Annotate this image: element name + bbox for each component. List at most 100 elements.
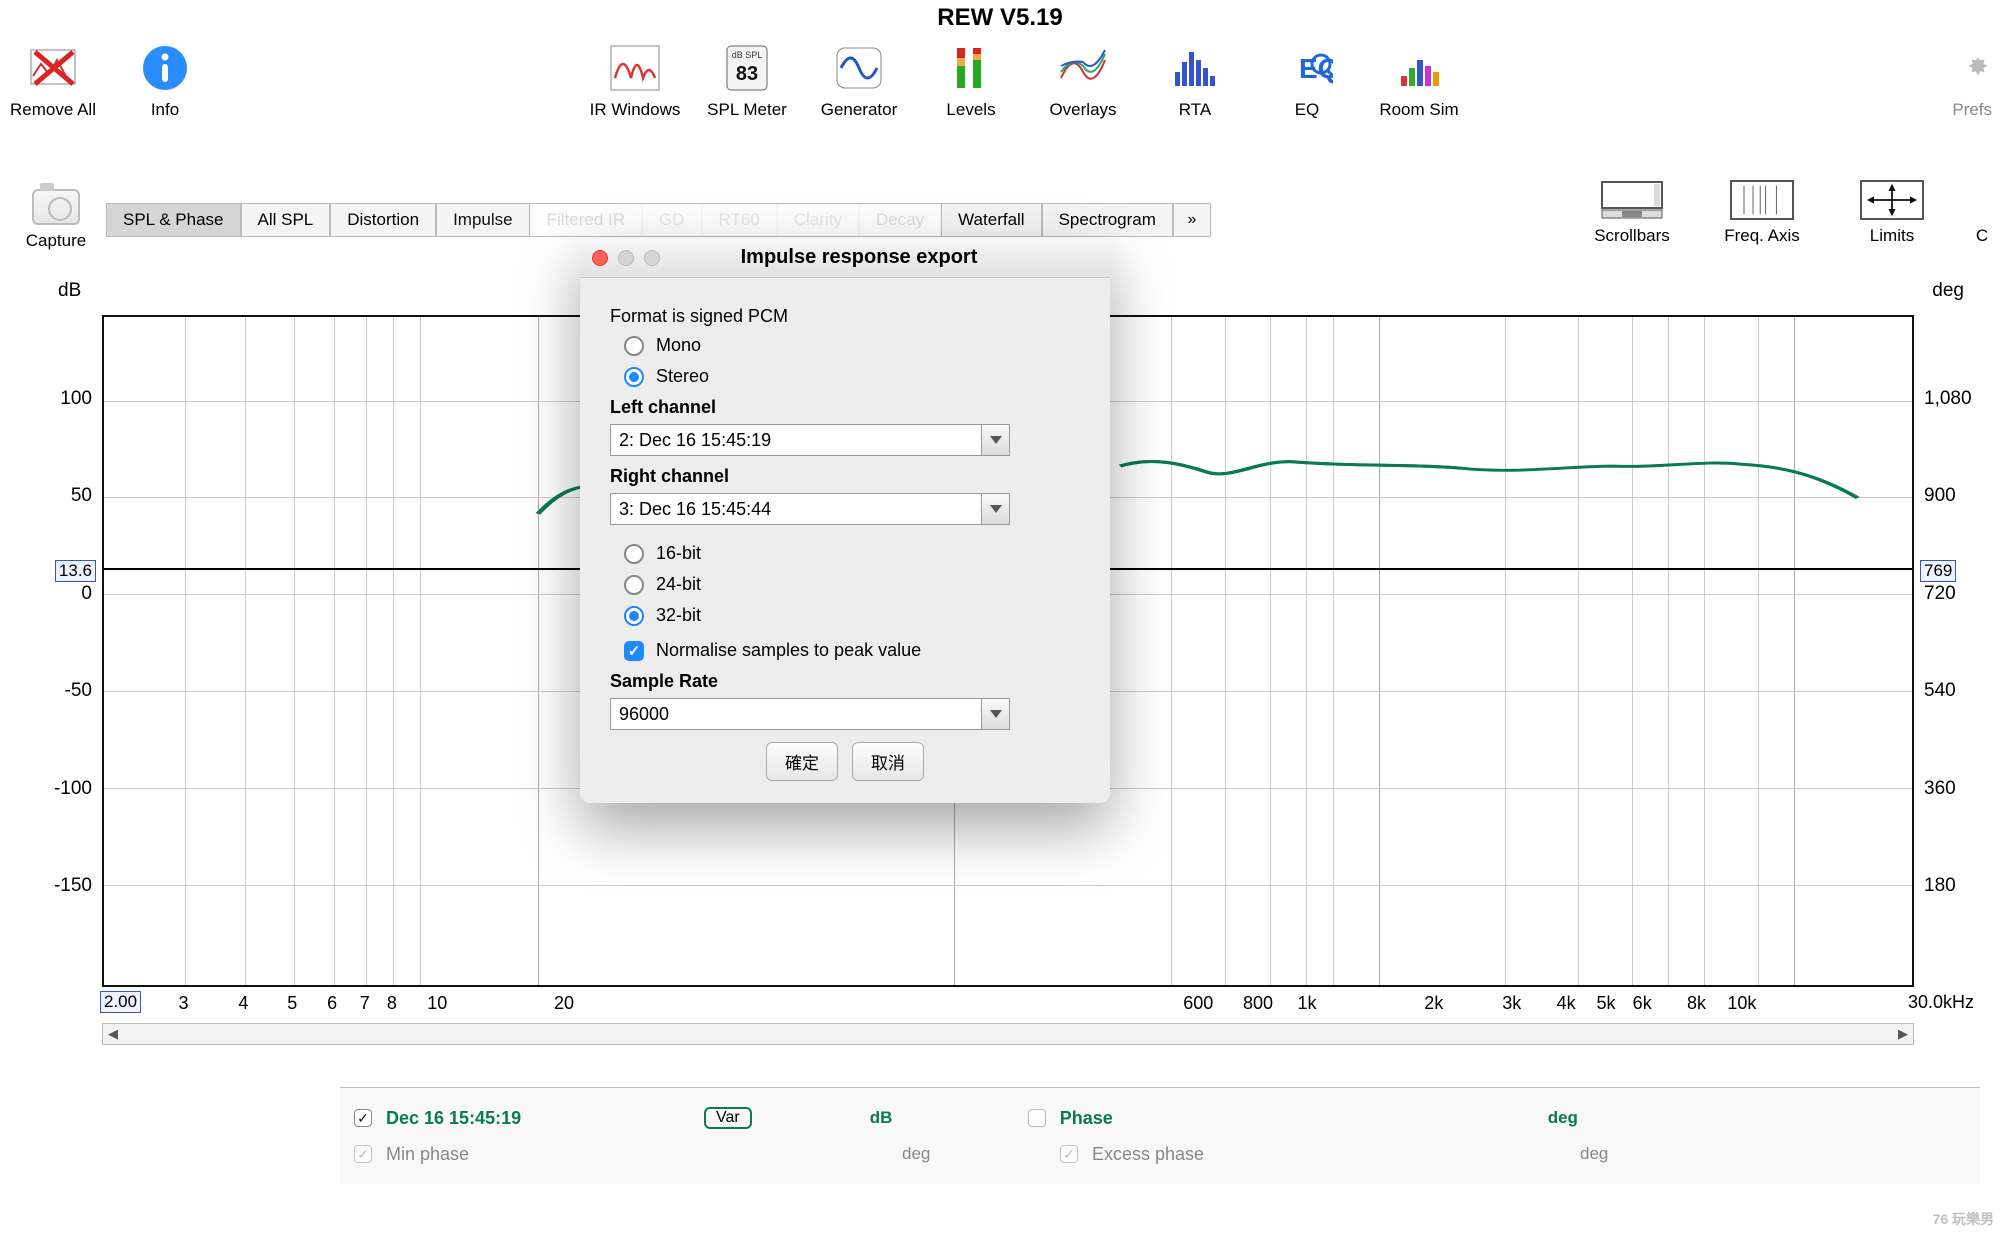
dialog-titlebar[interactable]: Impulse response export (580, 238, 1110, 278)
ok-button[interactable]: 確定 (766, 742, 838, 781)
tab-all-spl[interactable]: All SPL (241, 204, 331, 236)
rta-button[interactable]: RTA (1150, 40, 1240, 120)
legend-phase-checkbox[interactable] (1028, 1109, 1046, 1127)
y-axis-ticks-left: 100 50 0 -50 -100 -150 13.6 (36, 315, 98, 987)
x-start-box: 2.00 (100, 991, 141, 1013)
chart-h-scrollbar[interactable]: ◀ ▶ (102, 1023, 1914, 1045)
info-button[interactable]: Info (120, 40, 210, 120)
remove-all-icon (25, 40, 81, 96)
info-icon (137, 40, 193, 96)
format-label: Format is signed PCM (610, 306, 1080, 327)
limits-button[interactable]: Limits (1842, 180, 1942, 246)
sample-rate-select[interactable]: 96000 (610, 698, 1010, 730)
legend-minphase-label: Min phase (386, 1144, 596, 1165)
left-channel-select[interactable]: 2: Dec 16 15:45:19 (610, 424, 1010, 456)
scrollbars-button[interactable]: Scrollbars (1582, 180, 1682, 246)
radio-stereo[interactable]: Stereo (624, 366, 1080, 387)
remove-all-button[interactable]: Remove All (8, 40, 98, 120)
eq-icon: EQ (1279, 40, 1335, 96)
ir-windows-icon (607, 40, 663, 96)
radio-24bit[interactable]: 24-bit (624, 574, 1080, 595)
cancel-button[interactable]: 取消 (852, 742, 924, 781)
legend-var-box[interactable]: Var (704, 1107, 752, 1129)
freq-axis-button[interactable]: Freq. Axis (1712, 180, 1812, 246)
rta-icon (1167, 40, 1223, 96)
dropdown-icon (981, 494, 1009, 524)
legend-excess-checkbox[interactable] (1060, 1145, 1078, 1163)
limits-icon (1860, 180, 1924, 220)
legend-panel: Dec 16 15:45:19 Var dB Phase deg Min pha… (340, 1087, 1980, 1184)
svg-text:dB SPL: dB SPL (732, 50, 763, 60)
right-cursor-value: 769 (1920, 560, 1956, 582)
legend-trace1-label: Dec 16 15:45:19 (386, 1108, 596, 1129)
eq-button[interactable]: EQ EQ (1262, 40, 1352, 120)
prefs-icon (1964, 40, 1992, 96)
radio-mono[interactable]: Mono (624, 335, 1080, 356)
tab-filtered-ir[interactable]: Filtered IR (530, 204, 642, 236)
levels-icon (943, 40, 999, 96)
capture-button[interactable]: Capture (0, 189, 100, 251)
tab-spectrogram[interactable]: Spectrogram (1042, 204, 1173, 236)
overlays-button[interactable]: Overlays (1038, 40, 1128, 120)
axis-c-button[interactable]: C (1972, 180, 1992, 246)
freq-axis-icon (1730, 180, 1794, 220)
radio-icon (624, 367, 644, 387)
levels-button[interactable]: Levels (926, 40, 1016, 120)
dropdown-icon (981, 699, 1009, 729)
svg-text:83: 83 (736, 63, 758, 85)
app-title: REW V5.19 (0, 0, 2000, 42)
legend-trace1-checkbox[interactable] (354, 1109, 372, 1127)
tab-rt60[interactable]: RT60 (702, 204, 777, 236)
tab-decay[interactable]: Decay (859, 204, 941, 236)
prefs-button[interactable]: Prefs (1942, 40, 1992, 120)
radio-32bit[interactable]: 32-bit (624, 605, 1080, 626)
legend-phase-label: Phase (1060, 1108, 1200, 1129)
tab-spl-phase[interactable]: SPL & Phase (106, 204, 241, 236)
legend-minphase-checkbox[interactable] (354, 1145, 372, 1163)
legend-excess-unit: deg (1580, 1144, 1650, 1164)
legend-excess-label: Excess phase (1092, 1144, 1272, 1165)
x-axis-ticks: 2.00 3 4 5 6 7 8 10 20 600 800 1k 2k 3k … (102, 993, 1914, 1013)
generator-button[interactable]: Generator (814, 40, 904, 120)
tab-waterfall[interactable]: Waterfall (941, 204, 1041, 236)
impulse-export-dialog: Impulse response export Format is signed… (580, 238, 1110, 803)
dropdown-icon (981, 425, 1009, 455)
right-channel-select[interactable]: 3: Dec 16 15:45:44 (610, 493, 1010, 525)
y-axis-ticks-right: 1,080 900 720 540 360 180 769 (1918, 315, 1980, 987)
checkbox-icon (624, 641, 644, 661)
ir-windows-button[interactable]: IR Windows (590, 40, 680, 120)
radio-icon (624, 575, 644, 595)
overlays-icon (1055, 40, 1111, 96)
camera-icon (32, 189, 80, 225)
tab-gd[interactable]: GD (642, 204, 702, 236)
room-sim-button[interactable]: Room Sim (1374, 40, 1464, 120)
tab-distortion[interactable]: Distortion (330, 204, 436, 236)
right-channel-label: Right channel (610, 466, 1080, 487)
chart-tabstrip: SPL & Phase All SPL Distortion Impulse F… (106, 203, 1211, 237)
radio-16bit[interactable]: 16-bit (624, 543, 1080, 564)
spl-meter-button[interactable]: dB SPL83 SPL Meter (702, 40, 792, 120)
normalise-checkbox-row[interactable]: Normalise samples to peak value (624, 640, 1080, 661)
room-sim-icon (1391, 40, 1447, 96)
radio-icon (624, 606, 644, 626)
x-axis-end-label: 30.0kHz (1908, 992, 1974, 1013)
y-axis-label-right: deg (1932, 280, 1964, 302)
left-channel-label: Left channel (610, 397, 1080, 418)
dialog-title: Impulse response export (620, 246, 1098, 269)
legend-db-label: dB (870, 1108, 940, 1128)
main-toolbar: Remove All Info IR Windows dB SPL83 SPL … (0, 40, 2000, 135)
tab-impulse[interactable]: Impulse (436, 204, 530, 236)
watermark: 76 玩樂男 (1933, 1209, 1994, 1229)
scroll-right-icon[interactable]: ▶ (1893, 1024, 1913, 1044)
generator-icon (831, 40, 887, 96)
tab-more[interactable]: » (1173, 204, 1211, 236)
scroll-left-icon[interactable]: ◀ (103, 1024, 123, 1044)
tab-clarity[interactable]: Clarity (777, 204, 859, 236)
sample-rate-label: Sample Rate (610, 671, 1080, 692)
spl-meter-icon: dB SPL 83 (719, 40, 775, 96)
legend-minphase-unit: deg (902, 1144, 972, 1164)
radio-icon (624, 544, 644, 564)
y-axis-label-left: dB (58, 280, 81, 302)
window-close-icon[interactable] (592, 250, 608, 266)
radio-icon (624, 336, 644, 356)
